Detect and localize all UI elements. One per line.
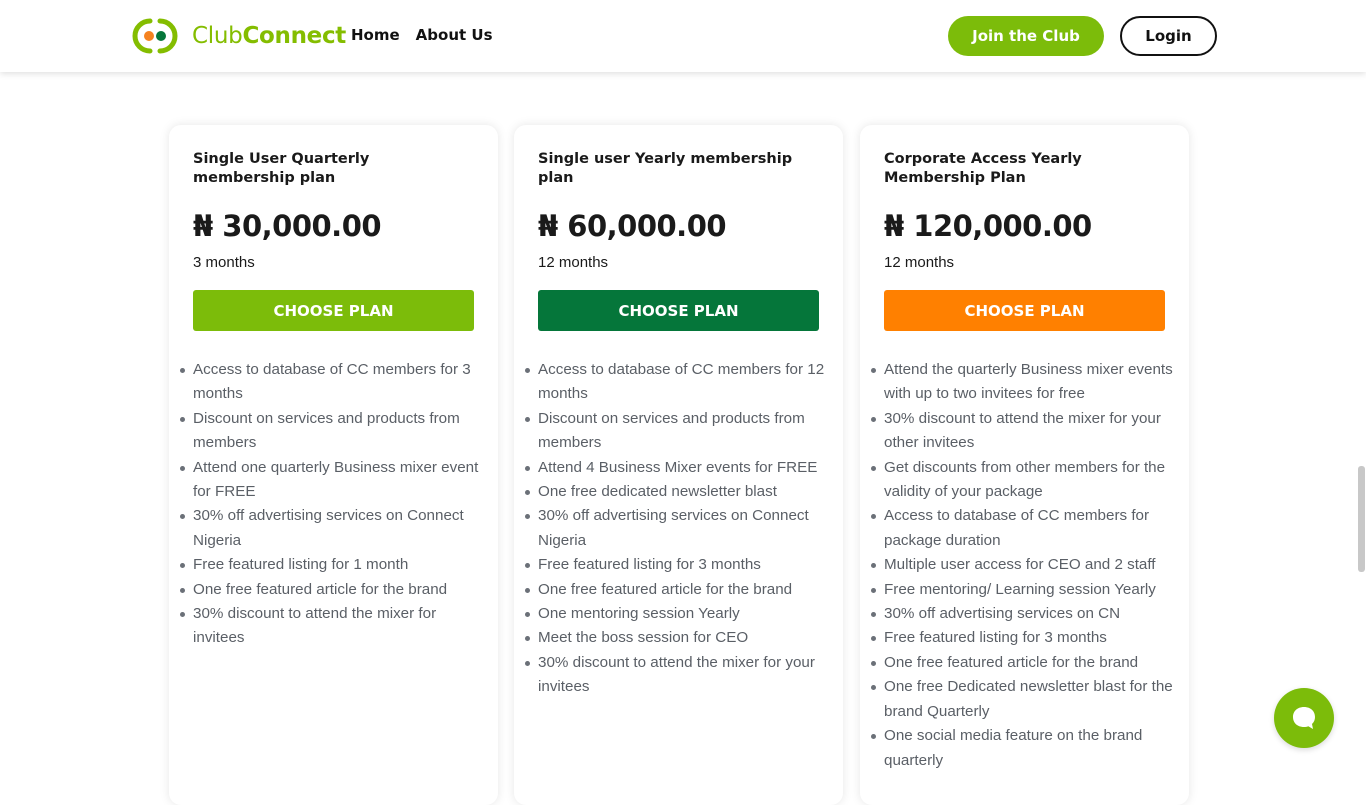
plan-feature-item: Discount on services and products from m…: [180, 407, 483, 456]
plan-feature-item: Access to database of CC members for 12 …: [525, 358, 828, 407]
plan-feature-item: One mentoring session Yearly: [525, 602, 828, 626]
plan-feature-item: 30% off advertising services on Connect …: [525, 504, 828, 553]
plan-feature-item: One free featured article for the brand: [525, 578, 828, 602]
plan-card-single-yearly: Single user Yearly membership plan ₦ 60,…: [514, 125, 843, 805]
site-header: ClubConnect Home About Us Join the Club …: [0, 0, 1366, 72]
plan-period: 12 months: [884, 254, 955, 271]
plan-price: ₦ 120,000.00: [884, 209, 1092, 243]
plan-features-list: Access to database of CC members for 3 m…: [180, 358, 483, 651]
plan-card-corporate-yearly: Corporate Access Yearly Membership Plan …: [860, 125, 1189, 805]
nav-home-link[interactable]: Home: [351, 26, 400, 44]
plan-period: 12 months: [538, 254, 609, 271]
plan-feature-item: Attend one quarterly Business mixer even…: [180, 456, 483, 505]
plan-features-list: Access to database of CC members for 12 …: [525, 358, 828, 700]
plan-features-list: Attend the quarterly Business mixer even…: [871, 358, 1174, 773]
plan-feature-item: 30% off advertising services on CN: [871, 602, 1174, 626]
plan-feature-item: Meet the boss session for CEO: [525, 626, 828, 650]
plan-feature-item: Free featured listing for 1 month: [180, 553, 483, 577]
choose-plan-button[interactable]: CHOOSE PLAN: [884, 290, 1165, 331]
plan-feature-item: Attend the quarterly Business mixer even…: [871, 358, 1174, 407]
chat-bubble-icon: [1293, 707, 1315, 729]
chat-widget-button[interactable]: [1274, 688, 1334, 748]
join-club-button[interactable]: Join the Club: [948, 16, 1104, 56]
plan-price: ₦ 30,000.00: [193, 209, 382, 243]
plan-feature-item: One free featured article for the brand: [180, 578, 483, 602]
club-connect-logo-icon: [132, 18, 178, 54]
plan-title: Single user Yearly membership plan: [538, 151, 793, 186]
plan-feature-item: One free Dedicated newsletter blast for …: [871, 675, 1174, 724]
main-nav: Home About Us: [351, 26, 493, 44]
choose-plan-button[interactable]: CHOOSE PLAN: [538, 290, 819, 331]
brand-name: ClubConnect: [192, 23, 346, 49]
nav-about-link[interactable]: About Us: [416, 26, 493, 44]
plan-feature-item: Free featured listing for 3 months: [871, 626, 1174, 650]
plan-feature-item: Get discounts from other members for the…: [871, 456, 1174, 505]
plan-feature-item: One free featured article for the brand: [871, 651, 1174, 675]
plan-feature-item: One social media feature on the brand qu…: [871, 724, 1174, 773]
plan-title: Single User Quarterly membership plan: [193, 151, 370, 186]
choose-plan-button[interactable]: CHOOSE PLAN: [193, 290, 474, 331]
plan-feature-item: 30% discount to attend the mixer for inv…: [180, 602, 483, 651]
plan-feature-item: Access to database of CC members for pac…: [871, 504, 1174, 553]
plan-feature-item: 30% off advertising services on Connect …: [180, 504, 483, 553]
plan-feature-item: Discount on services and products from m…: [525, 407, 828, 456]
plan-title: Corporate Access Yearly Membership Plan: [884, 151, 1082, 186]
plan-period: 3 months: [193, 254, 255, 271]
brand-logo[interactable]: ClubConnect: [132, 18, 346, 54]
plan-card-quarterly: Single User Quarterly membership plan ₦ …: [169, 125, 498, 805]
plan-feature-item: Attend 4 Business Mixer events for FREE: [525, 456, 828, 480]
login-button[interactable]: Login: [1120, 16, 1217, 56]
plan-feature-item: Free featured listing for 3 months: [525, 553, 828, 577]
plan-feature-item: Access to database of CC members for 3 m…: [180, 358, 483, 407]
plan-price: ₦ 60,000.00: [538, 209, 727, 243]
plan-feature-item: 30% discount to attend the mixer for you…: [871, 407, 1174, 456]
plan-feature-item: Free mentoring/ Learning session Yearly: [871, 578, 1174, 602]
plan-feature-item: One free dedicated newsletter blast: [525, 480, 828, 504]
plan-feature-item: Multiple user access for CEO and 2 staff: [871, 553, 1174, 577]
page-scrollbar[interactable]: [1357, 72, 1366, 768]
plan-feature-item: 30% discount to attend the mixer for you…: [525, 651, 828, 700]
scrollbar-thumb[interactable]: [1358, 466, 1365, 572]
